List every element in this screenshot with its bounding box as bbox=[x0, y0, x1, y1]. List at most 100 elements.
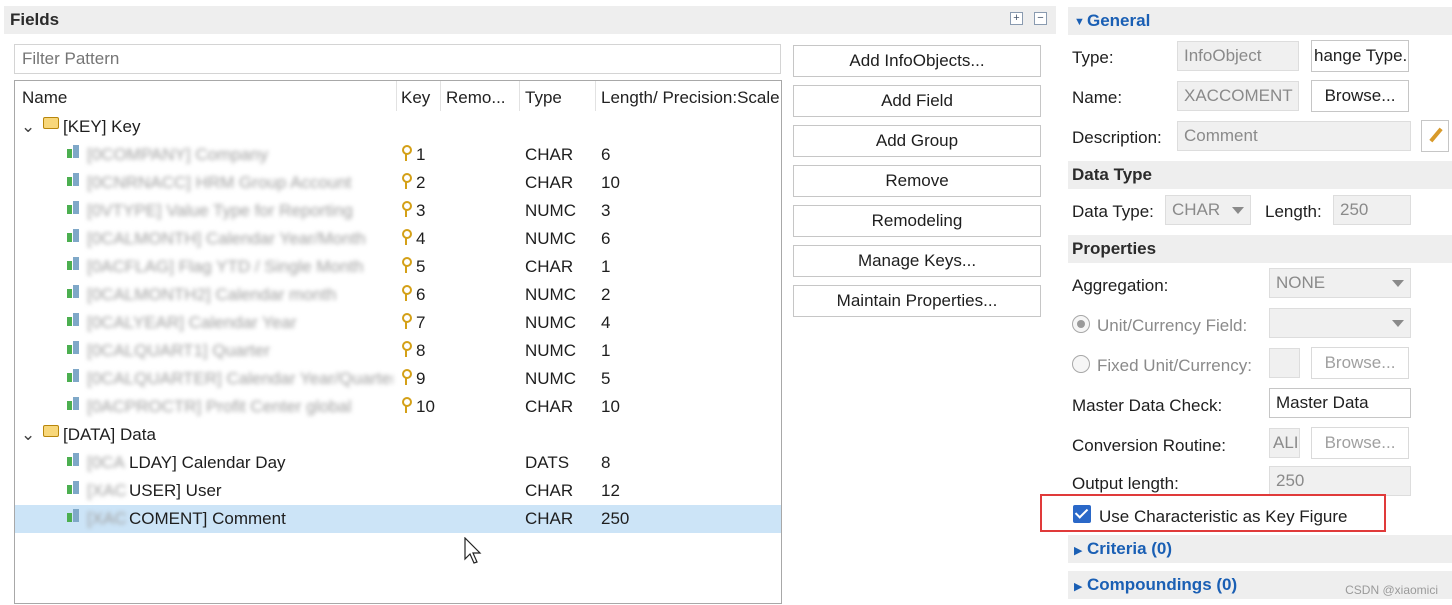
field-type: CHAR bbox=[525, 257, 574, 276]
chevron-down-icon[interactable] bbox=[1392, 280, 1404, 287]
col-length[interactable]: Length/ Precision:Scale bbox=[601, 88, 780, 108]
field-name-hidden: [XAC bbox=[87, 481, 127, 500]
field-name-hidden: [0CA bbox=[87, 453, 125, 472]
field-icon bbox=[67, 257, 80, 270]
field-type: CHAR bbox=[525, 509, 574, 528]
group-label: [KEY] Key bbox=[63, 117, 141, 136]
key-icon bbox=[401, 397, 412, 413]
key-icon bbox=[401, 369, 412, 385]
field-length: 10 bbox=[601, 173, 620, 192]
field-length: 1 bbox=[601, 341, 611, 360]
table-row[interactable]: [0CALMONTH] Calendar Year/Month 4 NUMC 6 bbox=[15, 225, 781, 253]
data-type-title: Data Type bbox=[1072, 165, 1152, 184]
type-label: Type: bbox=[1072, 48, 1114, 67]
manage-keys-button[interactable]: Manage Keys... bbox=[793, 245, 1041, 277]
field-name: [0ACPROCTR] Profit Center global bbox=[87, 397, 352, 416]
fixed-unit-label: Fixed Unit/Currency: bbox=[1097, 356, 1252, 375]
output-length-label: Output length: bbox=[1072, 474, 1179, 493]
fields-panel-header: Fields + − bbox=[4, 6, 1056, 34]
tree-group-key[interactable]: ⌄ [KEY] Key bbox=[15, 113, 781, 141]
field-key: 6 bbox=[416, 285, 426, 304]
chevron-right-icon[interactable]: ▶ bbox=[1074, 580, 1082, 593]
field-key: 1 bbox=[416, 145, 426, 164]
field-name: [0CALQUART1] Quarter bbox=[87, 341, 270, 360]
field-icon bbox=[67, 285, 80, 298]
browse-unit-button[interactable]: Browse... bbox=[1311, 347, 1409, 379]
chevron-down-icon[interactable]: ▼ bbox=[1074, 16, 1085, 28]
use-char-checkbox[interactable] bbox=[1073, 505, 1091, 523]
browse-name-button[interactable]: Browse... bbox=[1311, 80, 1409, 112]
field-icon bbox=[67, 453, 80, 466]
fixed-unit-field[interactable] bbox=[1269, 348, 1300, 378]
field-key: 5 bbox=[416, 257, 426, 276]
col-remodel[interactable]: Remo... bbox=[446, 88, 506, 108]
field-name: COMENT] Comment bbox=[129, 509, 286, 528]
field-icon bbox=[67, 173, 80, 186]
add-field-button[interactable]: Add Field bbox=[793, 85, 1041, 117]
field-key: 2 bbox=[416, 173, 426, 192]
length-field: 250 bbox=[1333, 195, 1411, 225]
table-row[interactable]: [0ACFLAG] Flag YTD / Single Month 5 CHAR… bbox=[15, 253, 781, 281]
key-icon bbox=[401, 173, 412, 189]
table-row-selected[interactable]: [XAC COMENT] Comment CHAR 250 bbox=[15, 505, 781, 533]
add-infoobjects-button[interactable]: Add InfoObjects... bbox=[793, 45, 1041, 77]
field-icon bbox=[67, 481, 80, 494]
browse-conversion-button[interactable]: Browse... bbox=[1311, 427, 1409, 459]
chevron-down-icon[interactable]: ⌄ bbox=[21, 425, 35, 445]
field-name: [0CALYEAR] Calendar Year bbox=[87, 313, 297, 332]
table-row[interactable]: [0CALQUART1] Quarter 8 NUMC 1 bbox=[15, 337, 781, 365]
table-row[interactable]: [0CNRNACC] HRM Group Account 2 CHAR 10 bbox=[15, 169, 781, 197]
col-name[interactable]: Name bbox=[22, 88, 67, 108]
chevron-down-icon[interactable] bbox=[1392, 320, 1404, 327]
description-field[interactable]: Comment bbox=[1177, 121, 1411, 151]
field-name-hidden: [XAC bbox=[87, 509, 127, 528]
output-length-field: 250 bbox=[1269, 466, 1411, 496]
add-group-button[interactable]: Add Group bbox=[793, 125, 1041, 157]
change-type-button[interactable]: hange Type. bbox=[1311, 40, 1409, 72]
table-row[interactable]: [0CALYEAR] Calendar Year 7 NUMC 4 bbox=[15, 309, 781, 337]
unit-field-radio[interactable] bbox=[1072, 315, 1090, 333]
table-row[interactable]: [0ACPROCTR] Profit Center global 10 CHAR… bbox=[15, 393, 781, 421]
data-type-combo[interactable]: CHAR bbox=[1165, 195, 1251, 225]
maintain-properties-button[interactable]: Maintain Properties... bbox=[793, 285, 1041, 317]
chevron-down-icon[interactable]: ⌄ bbox=[21, 117, 35, 137]
fixed-unit-radio[interactable] bbox=[1072, 355, 1090, 373]
master-check-field[interactable]: Master Data bbox=[1269, 388, 1411, 418]
table-row[interactable]: [0CA LDAY] Calendar Day DATS 8 bbox=[15, 449, 781, 477]
field-icon bbox=[67, 369, 80, 382]
conversion-field[interactable]: ALI bbox=[1269, 428, 1300, 458]
aggregation-combo[interactable]: NONE bbox=[1269, 268, 1411, 298]
field-length: 10 bbox=[601, 397, 620, 416]
fields-tree[interactable]: Name Key Remo... Type Length/ Precision:… bbox=[14, 80, 782, 604]
expand-all-icon[interactable]: + bbox=[1010, 12, 1023, 25]
chevron-down-icon[interactable] bbox=[1232, 207, 1244, 214]
col-key[interactable]: Key bbox=[401, 88, 430, 108]
field-type: NUMC bbox=[525, 285, 576, 304]
table-row[interactable]: [0VTYPE] Value Type for Reporting 3 NUMC… bbox=[15, 197, 781, 225]
conversion-label: Conversion Routine: bbox=[1072, 436, 1227, 455]
key-icon bbox=[401, 229, 412, 245]
field-icon bbox=[67, 201, 80, 214]
field-icon bbox=[67, 145, 80, 158]
unit-field-combo[interactable] bbox=[1269, 308, 1411, 338]
table-row[interactable]: [XAC USER] User CHAR 12 bbox=[15, 477, 781, 505]
fields-panel-title: Fields bbox=[10, 10, 60, 29]
general-section-header[interactable]: ▼ General bbox=[1068, 7, 1452, 35]
edit-description-icon[interactable] bbox=[1421, 120, 1449, 152]
field-key: 3 bbox=[416, 201, 426, 220]
general-title: General bbox=[1087, 11, 1151, 30]
tree-group-data[interactable]: ⌄ [DATA] Data bbox=[15, 421, 781, 449]
criteria-section-header[interactable]: ▶ Criteria (0) bbox=[1068, 535, 1452, 563]
col-type[interactable]: Type bbox=[525, 88, 562, 108]
folder-open-icon bbox=[43, 117, 59, 129]
field-length: 250 bbox=[601, 509, 630, 528]
table-row[interactable]: [0CALQUARTER] Calendar Year/Quarter 9 NU… bbox=[15, 365, 781, 393]
table-row[interactable]: [0CALMONTH2] Calendar month 6 NUMC 2 bbox=[15, 281, 781, 309]
filter-input[interactable] bbox=[14, 44, 781, 74]
table-row[interactable]: [0COMPANY] Company 1 CHAR 6 bbox=[15, 141, 781, 169]
field-name: [0ACFLAG] Flag YTD / Single Month bbox=[87, 257, 364, 276]
chevron-right-icon[interactable]: ▶ bbox=[1074, 544, 1082, 557]
remove-button[interactable]: Remove bbox=[793, 165, 1041, 197]
collapse-all-icon[interactable]: − bbox=[1034, 12, 1047, 25]
remodeling-button[interactable]: Remodeling bbox=[793, 205, 1041, 237]
